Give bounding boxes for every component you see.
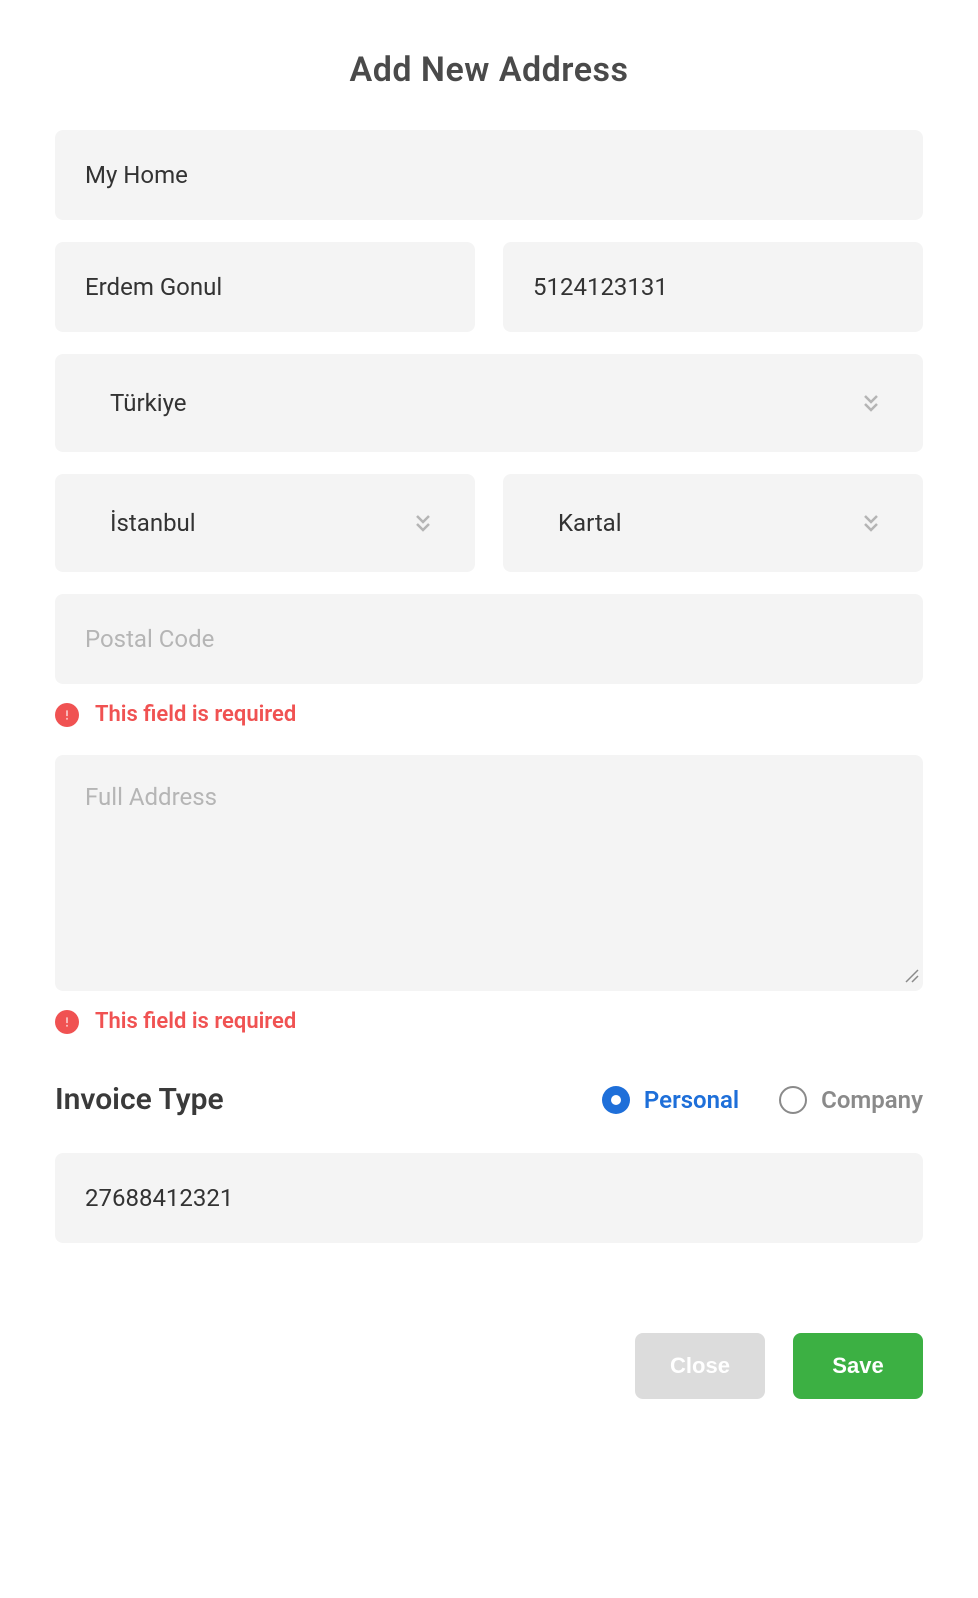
city-select-value: İstanbul [110, 509, 196, 537]
address-label-field-wrap [55, 130, 923, 220]
postal-code-input[interactable] [85, 594, 893, 684]
error-text: This field is required [95, 702, 296, 727]
district-select-value: Kartal [558, 509, 622, 537]
country-select[interactable]: Türkiye [55, 354, 923, 452]
full-address-error: This field is required [55, 1009, 923, 1034]
page-title: Add New Address [55, 50, 923, 90]
address-label-input[interactable] [85, 130, 893, 220]
invoice-type-company[interactable]: Company [779, 1086, 923, 1114]
save-button[interactable]: Save [793, 1333, 923, 1399]
footer-actions: Close Save [55, 1333, 923, 1399]
invoice-type-row: Invoice Type Personal Company [55, 1082, 923, 1117]
tax-id-field-wrap [55, 1153, 923, 1243]
chevron-down-icon [859, 511, 883, 535]
postal-code-error: This field is required [55, 702, 923, 727]
name-input[interactable] [85, 242, 445, 332]
resize-handle-icon[interactable] [903, 967, 919, 987]
phone-input[interactable] [533, 242, 893, 332]
close-button[interactable]: Close [635, 1333, 765, 1399]
radio-selected-icon [602, 1086, 630, 1114]
radio-label: Personal [644, 1086, 739, 1114]
tax-id-input[interactable] [85, 1153, 893, 1243]
district-select[interactable]: Kartal [503, 474, 923, 572]
invoice-type-personal[interactable]: Personal [602, 1086, 739, 1114]
radio-unselected-icon [779, 1086, 807, 1114]
city-select[interactable]: İstanbul [55, 474, 475, 572]
country-select-value: Türkiye [110, 389, 187, 417]
radio-label: Company [821, 1086, 923, 1114]
error-icon [55, 1010, 79, 1034]
chevron-down-icon [859, 391, 883, 415]
full-address-input[interactable] [85, 783, 893, 959]
error-text: This field is required [95, 1009, 296, 1034]
invoice-type-title: Invoice Type [55, 1082, 602, 1117]
full-address-field-wrap [55, 755, 923, 991]
invoice-type-radio-group: Personal Company [602, 1086, 923, 1114]
name-field-wrap [55, 242, 475, 332]
phone-field-wrap [503, 242, 923, 332]
chevron-down-icon [411, 511, 435, 535]
error-icon [55, 703, 79, 727]
postal-code-field-wrap [55, 594, 923, 684]
